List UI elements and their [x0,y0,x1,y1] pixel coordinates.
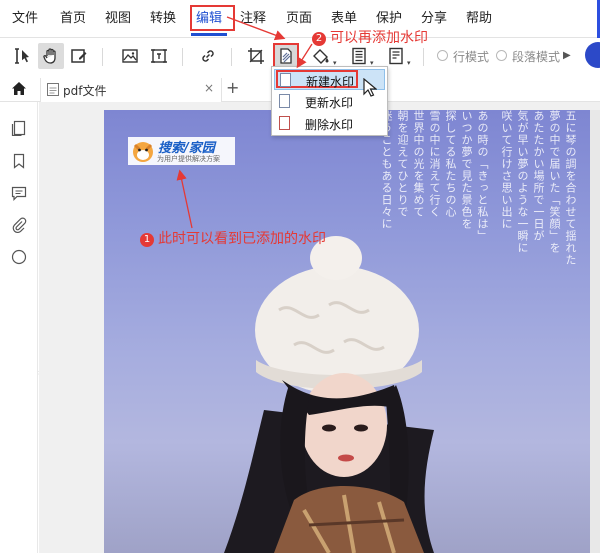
delete-watermark-label: 删除水印 [305,118,354,132]
link-tool[interactable] [195,43,221,69]
paragraph-mode-label[interactable]: 段落模式 [512,48,560,65]
girl-portrait-image [224,236,434,553]
update-watermark-label: 更新水印 [305,96,354,110]
toolbar-separator [182,48,183,66]
annotation-step-1: 1 此时可以看到已添加的水印 [140,228,326,248]
menu-bar: 文件 首页 视图 转换 编辑 注释 页面 表单 保护 分享 帮助 [0,0,600,38]
menu-protect[interactable]: 保护 [376,10,402,28]
crop-icon [248,48,264,64]
comment-icon[interactable] [11,185,27,201]
annotation-step-2: 2 可以再添加水印 [312,27,428,47]
edit-object-tool[interactable] [66,43,92,69]
header-footer-icon [352,47,366,65]
annotation-step-1-text: 此时可以看到已添加的水印 [158,231,326,247]
update-watermark-icon [279,94,290,108]
menu-home[interactable]: 首页 [60,10,86,28]
menu-help[interactable]: 帮助 [466,10,492,28]
mascot-logo-icon [133,142,153,162]
paragraph-mode-radio[interactable] [496,50,507,61]
bates-dropdown-arrow[interactable]: ▾ [407,59,411,67]
fill-bucket-icon [313,49,329,64]
menu-file[interactable]: 文件 [12,10,38,28]
select-text-tool[interactable] [10,43,36,69]
crop-page-tool[interactable] [243,43,269,69]
vertical-scrollbar[interactable] [590,110,600,553]
pdf-page: 五に琴の調を合わせて揺れた 夢の中で届いた「笑顔」を あたたかい場所で一日が 気… [104,110,590,553]
menu-page[interactable]: 页面 [286,10,312,28]
toolbar-separator [423,48,424,66]
toolbar-separator [102,48,103,66]
menu-item-delete-watermark[interactable]: 删除水印 [274,113,385,134]
pdf-file-icon [47,83,59,96]
menu-edit-highlight-box [190,5,235,31]
menu-edit[interactable]: 编辑 [190,5,235,31]
attachment-icon[interactable] [11,217,27,233]
pages-thumbnail-icon[interactable] [11,120,27,136]
numbered-page-icon [389,47,403,65]
active-menu-underline [191,33,227,36]
mouse-cursor-icon [363,78,377,97]
line-mode-label[interactable]: 行模式 [453,48,489,65]
left-sidebar [0,102,38,553]
tab-label: pdf文件 [63,84,107,98]
edit-box-icon [71,49,87,63]
link-icon [202,50,214,62]
watermark-slogan-text: 为用户提供解决方案 [157,155,220,163]
menu-share[interactable]: 分享 [421,10,447,28]
menu-form[interactable]: 表单 [331,10,357,28]
image-icon [122,49,138,63]
menu-annotate[interactable]: 注释 [240,10,266,28]
annotation-step-2-text: 可以再添加水印 [330,30,428,46]
watermark-icon [280,48,292,64]
hand-tool[interactable] [38,43,64,69]
toolbar-more-arrow[interactable]: ▶ [563,50,571,61]
add-image-tool[interactable] [117,43,143,69]
annotation-step-2-number: 2 [312,32,326,46]
hand-icon [43,48,56,64]
added-watermark[interactable]: 搜索/家园 为用户提供解决方案 [128,137,235,165]
tab-pdf-file[interactable]: pdf文件 × [40,78,222,102]
new-watermark-label: 新建水印 [306,75,355,89]
text-cursor-icon [15,48,29,64]
bookmark-icon[interactable] [11,153,27,169]
text-frame-icon [151,49,167,63]
new-tab-button[interactable]: + [226,78,239,97]
home-icon[interactable] [11,81,27,96]
toolbar-separator [231,48,232,66]
watermark-dropdown-menu: 新建水印 更新水印 删除水印 [271,66,388,136]
crop-text-tool[interactable] [146,43,172,69]
search-circle-icon[interactable] [11,249,27,265]
menu-view[interactable]: 视图 [105,10,131,28]
new-watermark-icon [280,73,291,87]
tab-close-button[interactable]: × [204,81,214,95]
annotation-step-1-number: 1 [140,233,154,247]
line-mode-radio[interactable] [437,50,448,61]
menu-convert[interactable]: 转换 [150,10,176,28]
delete-watermark-icon [279,116,290,130]
